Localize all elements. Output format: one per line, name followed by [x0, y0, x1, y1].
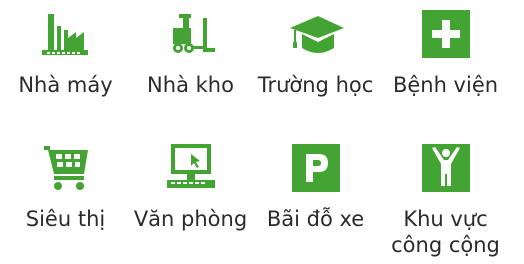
- tile-label: Văn phòng: [133, 207, 248, 231]
- tile-public-area: Khu vực công cộng: [380, 142, 511, 258]
- public-space-person-icon: [421, 144, 470, 192]
- tile-label: Khu vực công cộng: [391, 206, 500, 258]
- forklift-warehouse-icon: [172, 14, 215, 53]
- tile-label: Bệnh viện: [392, 73, 499, 97]
- tile-parking: Bãi đỗ xe: [250, 142, 381, 232]
- facility-grid: Nhà máy Nhà kho Trường học Bệnh viện Siê…: [0, 0, 524, 264]
- tile-hospital: Bệnh viện: [380, 8, 511, 98]
- tile-label-line2: công cộng: [391, 233, 500, 257]
- tile-label: Nhà máy: [18, 73, 113, 97]
- tile-label: Trường học: [257, 73, 374, 97]
- graduation-cap-icon: [289, 16, 344, 53]
- tile-factory: Nhà máy: [0, 8, 131, 98]
- tile-label: Nhà kho: [147, 73, 234, 97]
- tile-label-line1: Khu vực: [403, 207, 488, 231]
- tile-label: Bãi đỗ xe: [266, 207, 365, 231]
- factory-icon: [41, 14, 88, 55]
- parking-sign-icon: [291, 144, 340, 192]
- tile-office: Văn phòng: [125, 142, 256, 232]
- shopping-cart-icon: [43, 146, 88, 190]
- tile-school: Trường học: [250, 8, 381, 98]
- tile-label: Siêu thị: [25, 207, 106, 231]
- tile-warehouse: Nhà kho: [125, 8, 256, 98]
- hospital-cross-icon: [421, 10, 470, 58]
- tile-supermarket: Siêu thị: [0, 142, 131, 232]
- computer-monitor-icon: [166, 144, 215, 188]
